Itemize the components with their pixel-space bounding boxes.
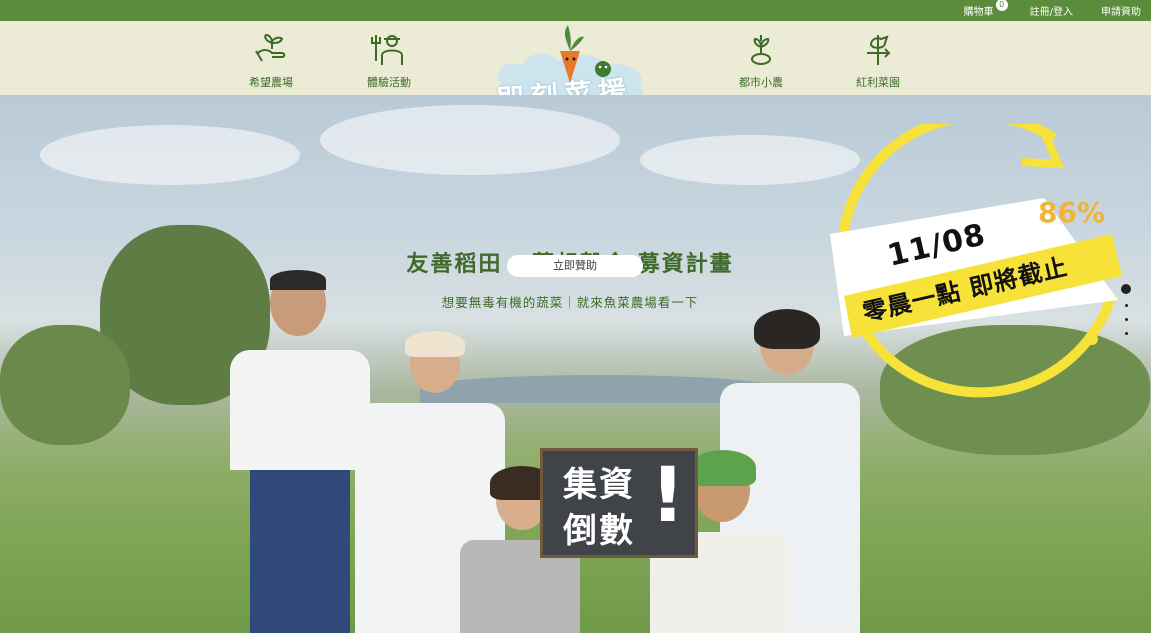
nav-label: 紅利菜園 [856,76,900,89]
tree-shape [0,325,130,445]
board-mark: ! [650,450,685,539]
sponsor-button[interactable]: 立即贊助 [507,255,643,277]
board-line-2: 倒數 [563,511,635,551]
nav-item-activities[interactable]: 體驗活動 [344,31,434,90]
slide-dot[interactable] [1124,304,1128,307]
nav-item-hope-farm[interactable]: 希望農場 [226,31,316,90]
weathervane-icon [867,35,891,65]
seedling-icon [751,35,771,65]
slide-dot[interactable] [1124,318,1128,321]
hand-sprout-icon [255,33,286,62]
nav-item-urban-farmer[interactable]: 都市小農 [716,31,806,90]
cloud-shape [40,125,300,185]
cart-link[interactable]: 購物車 0 [963,0,1008,18]
slide-dot-active[interactable] [1121,284,1131,294]
cart-count-badge: 0 [995,0,1008,11]
top-links: 購物車 0 註冊/登入 申請資助 [964,0,1141,21]
apply-link[interactable]: 申請資助 [1101,3,1141,18]
nav-label: 體驗活動 [367,76,411,89]
farmer-icon [371,35,403,65]
slide-indicator [1120,284,1132,345]
slide-dot[interactable] [1124,332,1128,335]
login-link[interactable]: 註冊/登入 [1030,3,1073,18]
nav-item-bonus-garden[interactable]: 紅利菜園 [833,31,923,90]
top-bar: 購物車 0 註冊/登入 申請資助 [0,0,1151,21]
cloud-shape [320,105,620,175]
promo-percent: 86% [1038,196,1106,229]
countdown-chalkboard: 集資 倒數 ! [540,448,698,558]
nav-label: 希望農場 [249,76,293,89]
cart-label: 購物車 [963,7,994,18]
board-line-1: 集資 [563,465,635,505]
nav-label: 都市小農 [739,76,783,89]
person-farmer-left [230,270,370,633]
